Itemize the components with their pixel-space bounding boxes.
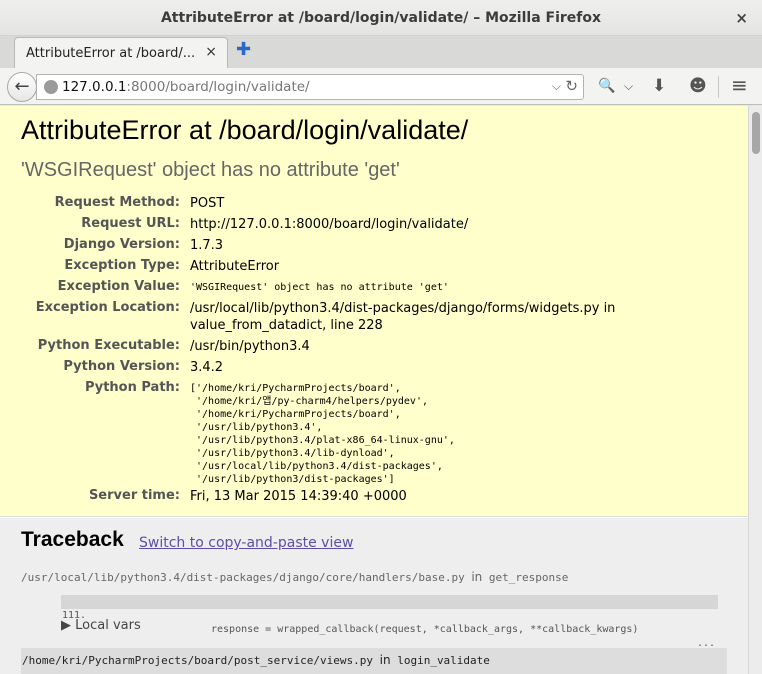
url-path: :8000/board/login/validate/: [126, 79, 310, 95]
meta-key: Python Executable:: [37, 338, 180, 353]
python-path-line: '/home/kri/앱/py-charm4/helpers/pydev',: [190, 396, 428, 407]
frame-header: /home/kri/PycharmProjects/board/post_ser…: [21, 648, 727, 674]
context-line[interactable]: 111. response = wrapped_callback(request…: [61, 595, 718, 649]
python-path-line: ['/home/kri/PycharmProjects/board',: [190, 383, 401, 394]
meta-key: Exception Location:: [35, 300, 180, 315]
python-path-line: '/usr/lib/python3.4/lib-dynload',: [190, 448, 395, 459]
meta-key: Python Version:: [63, 359, 180, 374]
navigation-toolbar: 127.0.0.1:8000/board/login/validate/ ⌵ ↻…: [0, 68, 762, 105]
url-text[interactable]: 127.0.0.1:8000/board/login/validate/: [62, 79, 310, 95]
url-bar[interactable]: 127.0.0.1:8000/board/login/validate/ ⌵ ↻: [36, 74, 584, 100]
scrollbar-thumb[interactable]: [752, 112, 760, 154]
frame-file: /usr/local/lib/python3.4/dist-packages/d…: [21, 571, 465, 584]
site-identity-icon[interactable]: [44, 80, 58, 94]
tab-label: AttributeError at /board/...: [26, 46, 196, 61]
meta-value: /usr/local/lib/python3.4/dist-packages/d…: [190, 301, 616, 316]
url-host: 127.0.0.1: [62, 79, 127, 95]
traceback-section: Traceback Switch to copy-and-paste view …: [0, 518, 748, 674]
page-viewport[interactable]: AttributeError at /board/login/validate/…: [0, 106, 748, 674]
python-path-line: '/home/kri/PycharmProjects/board',: [190, 409, 401, 420]
download-icon[interactable]: ⬇: [652, 76, 666, 96]
meta-key: Exception Type:: [64, 258, 180, 273]
python-path-line: '/usr/lib/python3.4/plat-x86_64-linux-gn…: [190, 435, 455, 446]
error-title: AttributeError at /board/login/validate/: [21, 115, 469, 145]
search-icon[interactable]: 🔍: [598, 78, 615, 94]
search-dropdown-icon[interactable]: ⌵: [624, 79, 633, 94]
meta-value: /usr/bin/python3.4: [190, 339, 310, 354]
meta-key: Server time:: [88, 488, 180, 503]
meta-key: Django Version:: [63, 237, 180, 252]
frame-in: in: [379, 653, 391, 667]
python-path-line: '/usr/lib/python3.4',: [190, 422, 323, 433]
frame-file-path: /home/kri/PycharmProjects/board/post_ser…: [22, 653, 490, 667]
meta-key: Request URL:: [81, 216, 180, 231]
meta-key: Request Method:: [54, 195, 180, 210]
meta-value: 1.7.3: [190, 238, 224, 253]
back-button[interactable]: ←: [7, 72, 37, 102]
tab-active[interactable]: AttributeError at /board/... ×: [14, 37, 228, 69]
window-close-icon[interactable]: ×: [735, 9, 748, 27]
new-tab-icon[interactable]: ✚: [236, 39, 251, 60]
code-text: response = wrapped_callback(request, *ca…: [211, 624, 639, 635]
window-titlebar: AttributeError at /board/login/validate/…: [0, 0, 762, 36]
frame-function: login_validate: [397, 654, 490, 667]
meta-key: Exception Value:: [57, 279, 180, 294]
reload-icon[interactable]: ↻: [565, 77, 578, 95]
local-vars-toggle[interactable]: ▶ Local vars: [61, 618, 141, 633]
tab-close-icon[interactable]: ×: [205, 44, 217, 60]
frame-file-path: /usr/local/lib/python3.4/dist-packages/d…: [21, 570, 568, 584]
meta-value: http://127.0.0.1:8000/board/login/valida…: [190, 217, 469, 232]
error-summary: AttributeError at /board/login/validate/…: [0, 106, 748, 517]
python-path-line: '/usr/local/lib/python3.4/dist-packages'…: [190, 461, 443, 472]
frame-in: in: [471, 570, 483, 584]
meta-value: AttributeError: [190, 259, 280, 274]
url-history-dropdown-icon[interactable]: ⌵: [552, 79, 561, 94]
python-path-line: '/usr/lib/python3/dist-packages']: [190, 474, 395, 485]
meta-value: 3.4.2: [190, 360, 224, 375]
meta-value: 'WSGIRequest' object has no attribute 'g…: [190, 282, 449, 293]
error-message: 'WSGIRequest' object has no attribute 'g…: [21, 159, 400, 181]
frame-file: /home/kri/PycharmProjects/board/post_ser…: [22, 654, 373, 667]
frame-function: get_response: [488, 571, 569, 584]
window-title: AttributeError at /board/login/validate/…: [160, 10, 602, 26]
python-path-list: ['/home/kri/PycharmProjects/board', '/ho…: [190, 382, 455, 486]
traceback-heading: Traceback: [21, 528, 124, 551]
tab-strip: AttributeError at /board/... × ✚: [0, 36, 762, 69]
toolbar-separator: [718, 76, 719, 98]
copy-paste-view-link[interactable]: Switch to copy-and-paste view: [139, 535, 353, 551]
meta-value: POST: [190, 196, 225, 211]
meta-value-cont: value_from_datadict, line 228: [190, 318, 383, 333]
meta-value: Fri, 13 Mar 2015 14:39:40 +0000: [190, 489, 407, 504]
vertical-scrollbar[interactable]: [748, 106, 762, 674]
menu-icon[interactable]: ≡: [731, 73, 748, 97]
meta-key: Python Path:: [84, 380, 180, 395]
smiley-feedback-icon[interactable]: ☻: [689, 76, 707, 96]
